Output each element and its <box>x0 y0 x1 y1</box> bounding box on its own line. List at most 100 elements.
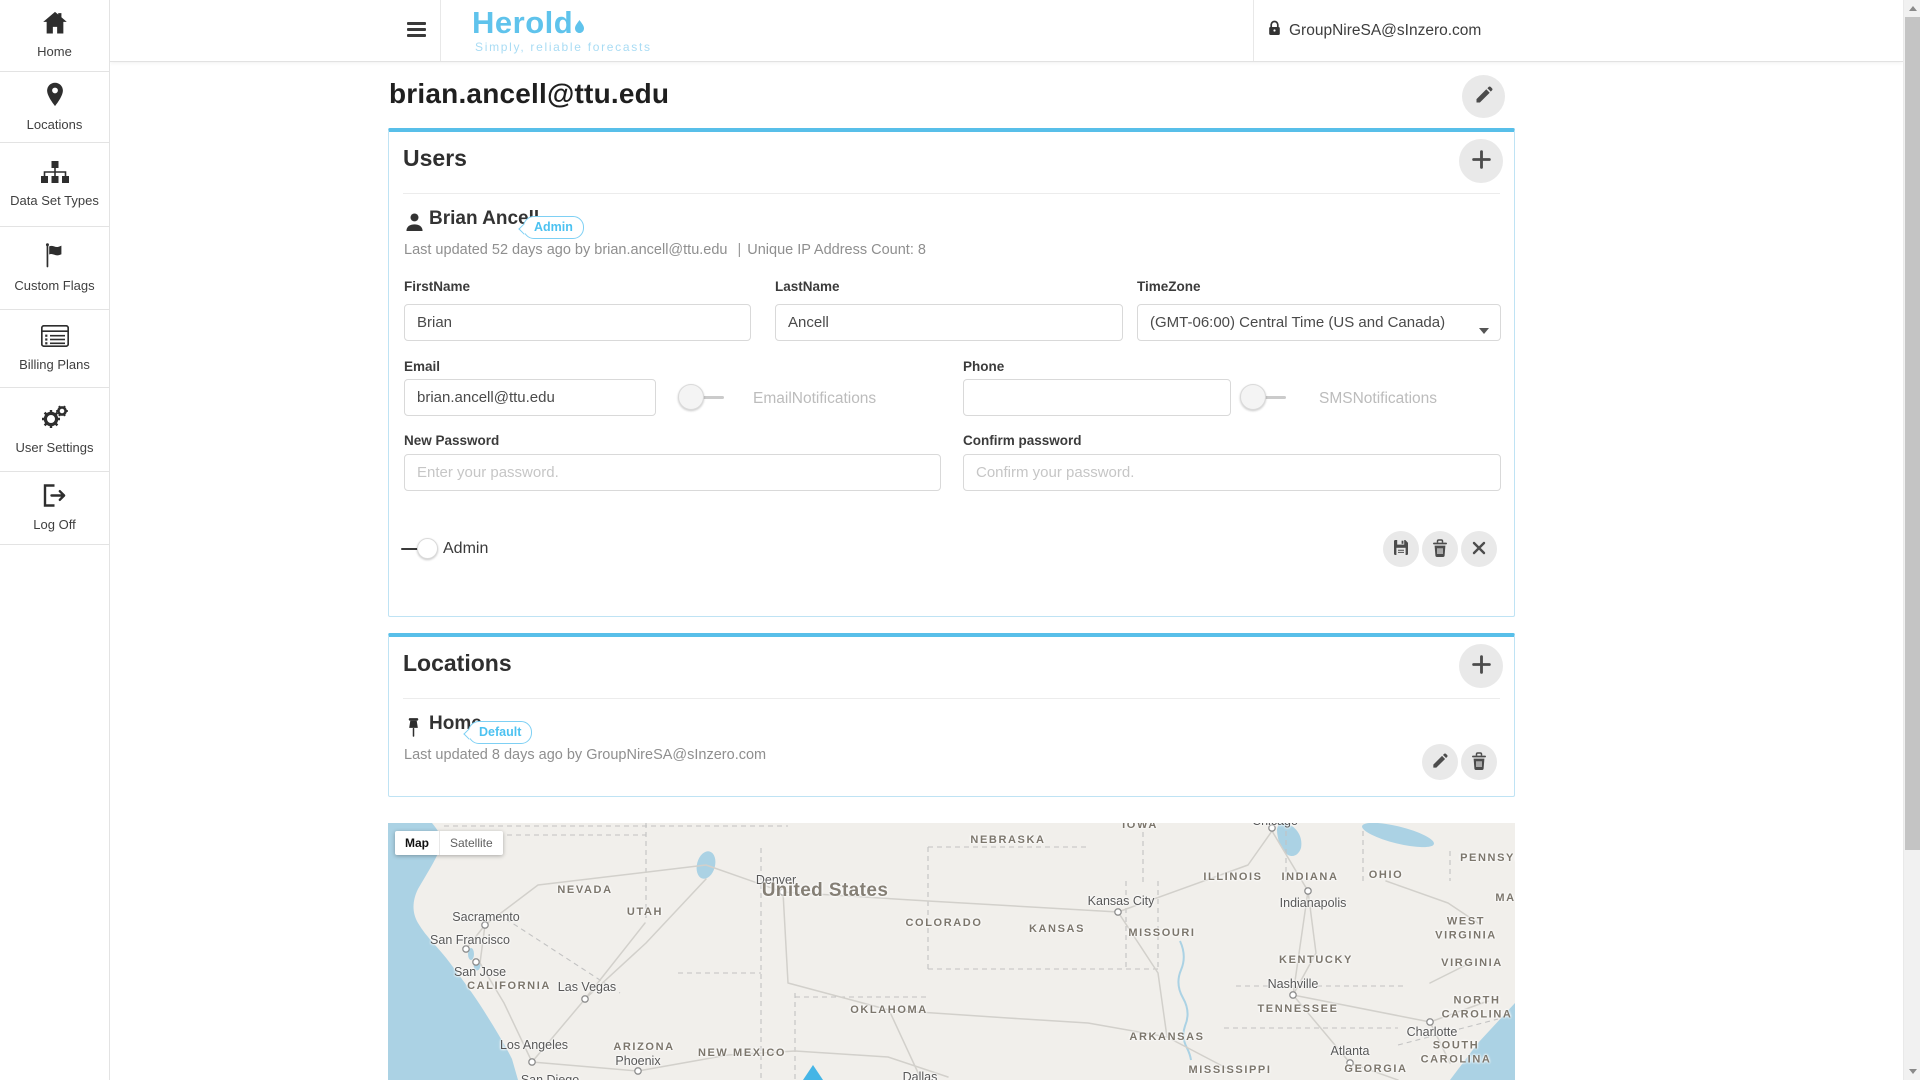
topbar-divider <box>1253 0 1254 61</box>
confirm-password-input[interactable] <box>963 454 1501 491</box>
map-city-label: Phoenix <box>615 1054 660 1068</box>
app-logo: Herold Simply, reliable forecasts <box>472 7 652 54</box>
sidebar-item-label: User Settings <box>15 440 93 455</box>
close-user-button[interactable] <box>1461 531 1497 567</box>
edit-page-button[interactable] <box>1462 75 1505 118</box>
map-city-label: Los Angeles <box>500 1038 568 1052</box>
map-state-label: CALIFORNIA <box>467 980 551 992</box>
location-updated-line: Last updated 8 days ago by GroupNireSA@s… <box>404 747 766 763</box>
map-state-label: KENTUCKY <box>1279 954 1353 966</box>
admin-toggle-label: Admin <box>443 540 488 558</box>
location-updated-text: Last updated 8 days ago by GroupNireSA@s… <box>404 747 766 763</box>
sidebar-item-custom-flags[interactable]: Custom Flags <box>0 227 109 310</box>
sidebar-item-label: Locations <box>27 117 83 132</box>
map-city-label: Indianapolis <box>1280 896 1347 910</box>
account-menu[interactable]: GroupNireSA@sInzero.com <box>1268 0 1481 61</box>
map-state-label: INDIANA <box>1281 871 1338 883</box>
pencil-icon <box>1475 86 1493 107</box>
pushpin-icon <box>406 717 421 743</box>
scroll-down-arrow[interactable] <box>1904 1063 1920 1080</box>
add-user-button[interactable] <box>1459 139 1503 183</box>
card-divider <box>403 193 1500 194</box>
scroll-up-arrow[interactable] <box>1904 0 1920 17</box>
delete-user-button[interactable] <box>1422 531 1458 567</box>
new-password-input[interactable] <box>404 454 941 491</box>
logo-text: Herold <box>472 5 573 40</box>
sms-notifications-label: SMSNotifications <box>1319 390 1437 408</box>
sidebar-item-locations[interactable]: Locations <box>0 72 109 143</box>
sidebar-item-billing-plans[interactable]: Billing Plans <box>0 310 109 388</box>
map-state-label: WEST VIRGINIA <box>1428 915 1504 943</box>
email-notifications-label: EmailNotifications <box>753 390 876 408</box>
map-state-label: COLORADO <box>906 917 983 929</box>
add-location-button[interactable] <box>1459 644 1503 688</box>
admin-toggle[interactable] <box>401 538 439 559</box>
map-state-label: UTAH <box>627 906 663 918</box>
sidebar-item-user-settings[interactable]: User Settings <box>0 388 109 472</box>
map-type-satellite-button[interactable]: Satellite <box>440 831 503 855</box>
last-name-input[interactable] <box>775 304 1123 341</box>
new-password-label: New Password <box>404 433 499 448</box>
edit-location-button[interactable] <box>1422 744 1458 780</box>
email-input[interactable] <box>404 379 656 416</box>
plus-icon <box>1471 149 1492 173</box>
account-email: GroupNireSA@sInzero.com <box>1289 22 1481 40</box>
location-map[interactable]: IOWANEBRASKAILLINOISINDIANAOHIOPENNSYLVA… <box>388 823 1515 1080</box>
map-state-label: OKLAHOMA <box>850 1004 928 1016</box>
phone-input[interactable] <box>963 379 1231 416</box>
timezone-select[interactable]: (GMT-06:00) Central Time (US and Canada) <box>1137 304 1501 341</box>
updated-separator: | <box>737 242 741 258</box>
map-city-label: Las Vegas <box>558 980 616 994</box>
billing-icon <box>41 325 69 357</box>
page-title: brian.ancell@ttu.edu <box>389 78 669 110</box>
user-updated-line: Last updated 52 days ago by brian.ancell… <box>404 242 926 258</box>
sidebar-item-home[interactable]: Home <box>0 0 109 72</box>
sidebar-item-label: Billing Plans <box>19 357 90 372</box>
map-city-label: Dallas <box>903 1070 938 1080</box>
email-notifications-toggle[interactable] <box>678 384 730 410</box>
map-city-label: Charlotte <box>1407 1025 1458 1039</box>
users-card-title: Users <box>403 145 467 172</box>
delete-location-button[interactable] <box>1461 744 1497 780</box>
map-state-label: MISSISSIPPI <box>1188 1064 1271 1076</box>
map-state-label: NEW MEXICO <box>698 1047 786 1059</box>
map-state-label: GEORGIA <box>1344 1063 1407 1075</box>
locations-card-title: Locations <box>403 650 512 677</box>
map-city-label: Atlanta <box>1331 1044 1370 1058</box>
gears-icon <box>40 404 69 440</box>
pencil-icon <box>1432 753 1448 772</box>
email-label: Email <box>404 359 440 374</box>
map-city-label: Denver <box>756 873 796 887</box>
map-city-label: San Francisco <box>430 933 510 947</box>
sidebar-item-log-off[interactable]: Log Off <box>0 472 109 545</box>
user-updated-text: Last updated 52 days ago by brian.ancell… <box>404 242 727 258</box>
sms-notifications-toggle[interactable] <box>1240 384 1292 410</box>
map-country-label: United States <box>762 880 889 902</box>
lock-icon <box>1268 20 1281 41</box>
first-name-input[interactable] <box>404 304 751 341</box>
logo-droplet-icon <box>575 20 584 38</box>
close-icon <box>1472 541 1486 558</box>
locations-card: Locations Home Default Last updated 8 da… <box>388 633 1515 797</box>
users-card: Users Brian Ancell Admin Last updated 52… <box>388 128 1515 617</box>
map-type-control: Map Satellite <box>395 831 503 855</box>
person-icon <box>405 212 424 237</box>
trash-icon <box>1432 539 1448 560</box>
map-city-label: Sacramento <box>452 910 519 924</box>
map-city-label: San Diego <box>521 1073 579 1080</box>
scrollbar-thumb[interactable] <box>1905 17 1920 850</box>
map-state-label: VIRGINIA <box>1441 957 1503 969</box>
map-city-label: Chicago <box>1252 823 1298 828</box>
map-type-map-button[interactable]: Map <box>395 831 440 855</box>
user-ip-count: Unique IP Address Count: 8 <box>747 242 926 258</box>
sidebar-item-data-set-types[interactable]: Data Set Types <box>0 143 109 227</box>
save-user-button[interactable] <box>1383 531 1419 567</box>
map-state-label: OHIO <box>1369 869 1404 881</box>
map-state-label: SOUTH CAROLINA <box>1418 1039 1494 1067</box>
vertical-scrollbar[interactable] <box>1903 0 1920 1080</box>
hamburger-menu-icon[interactable] <box>407 22 426 39</box>
home-icon <box>42 11 68 44</box>
map-state-label: ARKANSAS <box>1129 1031 1204 1043</box>
map-state-label: NEBRASKA <box>970 834 1045 846</box>
map-state-label: PENNSYLVANIA <box>1460 852 1515 864</box>
